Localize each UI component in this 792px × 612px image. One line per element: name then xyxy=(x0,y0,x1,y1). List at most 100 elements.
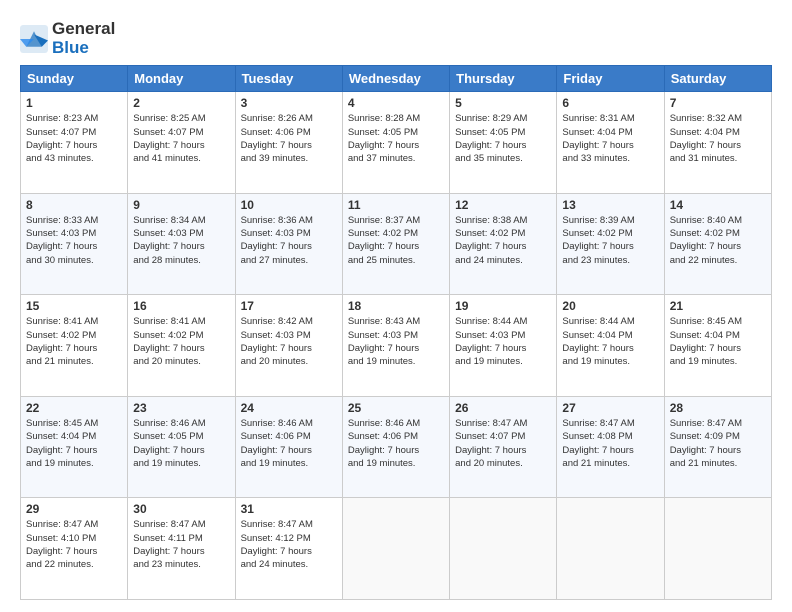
calendar-cell: 26 Sunrise: 8:47 AMSunset: 4:07 PMDayligh… xyxy=(450,396,557,498)
day-info: Sunrise: 8:44 AMSunset: 4:03 PMDaylight:… xyxy=(455,315,551,368)
calendar-cell: 20Sunrise: 8:44 AMSunset: 4:04 PMDayligh… xyxy=(557,295,664,397)
calendar-cell: 13 Sunrise: 8:39 AMSunset: 4:02 PMDayligh… xyxy=(557,193,664,295)
calendar-cell: 8Sunrise: 8:33 AMSunset: 4:03 PMDaylight… xyxy=(21,193,128,295)
calendar-cell: 7 Sunrise: 8:32 AMSunset: 4:04 PMDaylight… xyxy=(664,92,771,194)
day-number: 24 xyxy=(241,401,337,415)
calendar-cell: 19 Sunrise: 8:44 AMSunset: 4:03 PMDayligh… xyxy=(450,295,557,397)
calendar-header-wednesday: Wednesday xyxy=(342,66,449,92)
day-info: Sunrise: 8:42 AMSunset: 4:03 PMDaylight:… xyxy=(241,315,337,368)
day-number: 29 xyxy=(26,502,122,516)
day-info: Sunrise: 8:47 AMSunset: 4:08 PMDaylight:… xyxy=(562,417,658,470)
calendar-cell: 24 Sunrise: 8:46 AMSunset: 4:06 PMDayligh… xyxy=(235,396,342,498)
calendar-cell: 1 Sunrise: 8:23 AMSunset: 4:07 PMDaylight… xyxy=(21,92,128,194)
day-number: 23 xyxy=(133,401,229,415)
day-number: 26 xyxy=(455,401,551,415)
day-number: 20 xyxy=(562,299,658,313)
day-number: 12 xyxy=(455,198,551,212)
day-info: Sunrise: 8:25 AMSunset: 4:07 PMDaylight:… xyxy=(133,112,229,165)
day-number: 17 xyxy=(241,299,337,313)
day-info: Sunrise: 8:46 AMSunset: 4:06 PMDaylight:… xyxy=(348,417,444,470)
calendar-cell: 21 Sunrise: 8:45 AMSunset: 4:04 PMDayligh… xyxy=(664,295,771,397)
day-number: 14 xyxy=(670,198,766,212)
day-info: Sunrise: 8:47 AMSunset: 4:10 PMDaylight:… xyxy=(26,518,122,571)
day-info: Sunrise: 8:36 AMSunset: 4:03 PMDaylight:… xyxy=(241,214,337,267)
day-info: Sunrise: 8:23 AMSunset: 4:07 PMDaylight:… xyxy=(26,112,122,165)
calendar-cell xyxy=(342,498,449,600)
day-number: 7 xyxy=(670,96,766,110)
calendar-cell: 18Sunrise: 8:43 AMSunset: 4:03 PMDayligh… xyxy=(342,295,449,397)
calendar-cell: 31 Sunrise: 8:47 AMSunset: 4:12 PMDayligh… xyxy=(235,498,342,600)
day-info: Sunrise: 8:46 AMSunset: 4:05 PMDaylight:… xyxy=(133,417,229,470)
calendar-cell: 3Sunrise: 8:26 AMSunset: 4:06 PMDaylight… xyxy=(235,92,342,194)
day-info: Sunrise: 8:47 AMSunset: 4:09 PMDaylight:… xyxy=(670,417,766,470)
day-info: Sunrise: 8:41 AMSunset: 4:02 PMDaylight:… xyxy=(26,315,122,368)
day-number: 1 xyxy=(26,96,122,110)
day-number: 18 xyxy=(348,299,444,313)
day-number: 11 xyxy=(348,198,444,212)
calendar-cell: 22 Sunrise: 8:45 AMSunset: 4:04 PMDayligh… xyxy=(21,396,128,498)
day-number: 2 xyxy=(133,96,229,110)
day-info: Sunrise: 8:45 AMSunset: 4:04 PMDaylight:… xyxy=(670,315,766,368)
calendar-week-1: 1 Sunrise: 8:23 AMSunset: 4:07 PMDaylight… xyxy=(21,92,772,194)
day-info: Sunrise: 8:47 AMSunset: 4:11 PMDaylight:… xyxy=(133,518,229,571)
calendar-header-tuesday: Tuesday xyxy=(235,66,342,92)
calendar-header-row: SundayMondayTuesdayWednesdayThursdayFrid… xyxy=(21,66,772,92)
day-info: Sunrise: 8:41 AMSunset: 4:02 PMDaylight:… xyxy=(133,315,229,368)
day-number: 9 xyxy=(133,198,229,212)
calendar-cell: 14 Sunrise: 8:40 AMSunset: 4:02 PMDayligh… xyxy=(664,193,771,295)
calendar-table: SundayMondayTuesdayWednesdayThursdayFrid… xyxy=(20,65,772,600)
calendar-cell xyxy=(450,498,557,600)
calendar-cell xyxy=(557,498,664,600)
calendar-cell: 28Sunrise: 8:47 AMSunset: 4:09 PMDayligh… xyxy=(664,396,771,498)
day-info: Sunrise: 8:40 AMSunset: 4:02 PMDaylight:… xyxy=(670,214,766,267)
calendar-cell: 12 Sunrise: 8:38 AMSunset: 4:02 PMDayligh… xyxy=(450,193,557,295)
calendar-cell: 5 Sunrise: 8:29 AMSunset: 4:05 PMDaylight… xyxy=(450,92,557,194)
day-info: Sunrise: 8:34 AMSunset: 4:03 PMDaylight:… xyxy=(133,214,229,267)
day-info: Sunrise: 8:45 AMSunset: 4:04 PMDaylight:… xyxy=(26,417,122,470)
calendar-cell: 2 Sunrise: 8:25 AMSunset: 4:07 PMDaylight… xyxy=(128,92,235,194)
day-number: 21 xyxy=(670,299,766,313)
day-number: 27 xyxy=(562,401,658,415)
day-number: 5 xyxy=(455,96,551,110)
calendar-cell: 4Sunrise: 8:28 AMSunset: 4:05 PMDaylight… xyxy=(342,92,449,194)
day-number: 16 xyxy=(133,299,229,313)
day-info: Sunrise: 8:47 AMSunset: 4:12 PMDaylight:… xyxy=(241,518,337,571)
day-number: 30 xyxy=(133,502,229,516)
calendar-week-4: 22 Sunrise: 8:45 AMSunset: 4:04 PMDayligh… xyxy=(21,396,772,498)
day-info: Sunrise: 8:29 AMSunset: 4:05 PMDaylight:… xyxy=(455,112,551,165)
day-number: 19 xyxy=(455,299,551,313)
day-info: Sunrise: 8:47 AMSunset: 4:07 PMDaylight:… xyxy=(455,417,551,470)
calendar-cell xyxy=(664,498,771,600)
calendar-cell: 10 Sunrise: 8:36 AMSunset: 4:03 PMDayligh… xyxy=(235,193,342,295)
day-number: 31 xyxy=(241,502,337,516)
day-number: 6 xyxy=(562,96,658,110)
calendar-cell: 9 Sunrise: 8:34 AMSunset: 4:03 PMDaylight… xyxy=(128,193,235,295)
generalblue-logo-icon xyxy=(20,25,48,53)
day-number: 25 xyxy=(348,401,444,415)
day-number: 8 xyxy=(26,198,122,212)
day-number: 15 xyxy=(26,299,122,313)
logo-text: General Blue xyxy=(52,20,115,57)
calendar-week-3: 15 Sunrise: 8:41 AMSunset: 4:02 PMDayligh… xyxy=(21,295,772,397)
calendar-header-thursday: Thursday xyxy=(450,66,557,92)
calendar-cell: 16 Sunrise: 8:41 AMSunset: 4:02 PMDayligh… xyxy=(128,295,235,397)
day-info: Sunrise: 8:39 AMSunset: 4:02 PMDaylight:… xyxy=(562,214,658,267)
calendar-cell: 29 Sunrise: 8:47 AMSunset: 4:10 PMDayligh… xyxy=(21,498,128,600)
calendar-cell: 11 Sunrise: 8:37 AMSunset: 4:02 PMDayligh… xyxy=(342,193,449,295)
calendar-week-5: 29 Sunrise: 8:47 AMSunset: 4:10 PMDayligh… xyxy=(21,498,772,600)
day-info: Sunrise: 8:46 AMSunset: 4:06 PMDaylight:… xyxy=(241,417,337,470)
day-info: Sunrise: 8:32 AMSunset: 4:04 PMDaylight:… xyxy=(670,112,766,165)
calendar-cell: 15 Sunrise: 8:41 AMSunset: 4:02 PMDayligh… xyxy=(21,295,128,397)
day-info: Sunrise: 8:31 AMSunset: 4:04 PMDaylight:… xyxy=(562,112,658,165)
calendar-week-2: 8Sunrise: 8:33 AMSunset: 4:03 PMDaylight… xyxy=(21,193,772,295)
header: General Blue xyxy=(20,16,772,57)
page: General Blue SundayMondayTuesdayWednesda… xyxy=(0,0,792,612)
day-number: 3 xyxy=(241,96,337,110)
day-info: Sunrise: 8:38 AMSunset: 4:02 PMDaylight:… xyxy=(455,214,551,267)
day-number: 10 xyxy=(241,198,337,212)
day-number: 22 xyxy=(26,401,122,415)
logo: General Blue xyxy=(20,20,115,57)
day-info: Sunrise: 8:37 AMSunset: 4:02 PMDaylight:… xyxy=(348,214,444,267)
day-number: 13 xyxy=(562,198,658,212)
calendar-header-friday: Friday xyxy=(557,66,664,92)
